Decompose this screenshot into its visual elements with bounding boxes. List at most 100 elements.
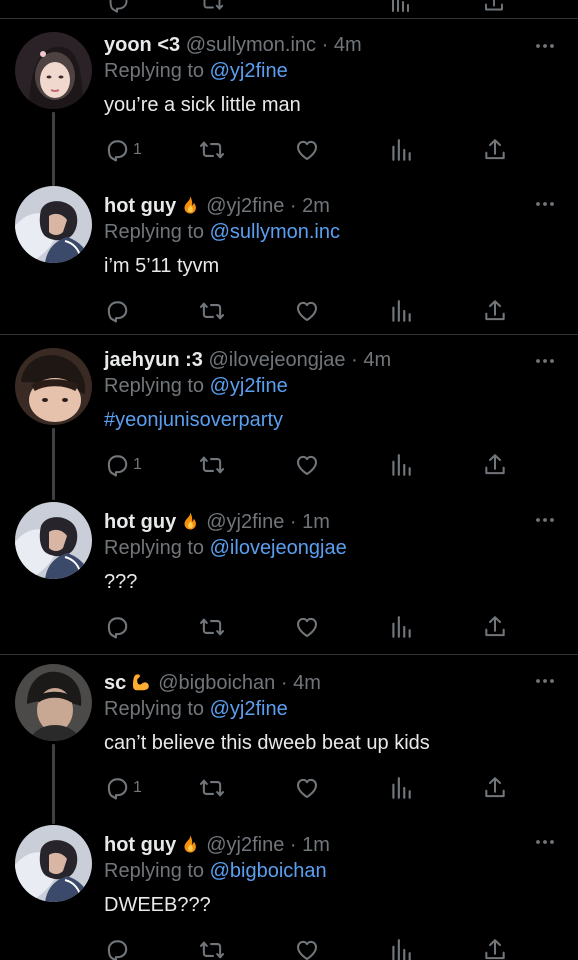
timestamp[interactable]: · 2m bbox=[290, 195, 330, 217]
user-handle[interactable]: @bigboichan bbox=[158, 672, 275, 694]
tweet-actions: 1 bbox=[104, 136, 524, 164]
reply-button[interactable]: 1 bbox=[104, 451, 142, 479]
reply-button[interactable]: 1 bbox=[104, 136, 142, 164]
like-button[interactable] bbox=[294, 613, 320, 641]
hashtag-link[interactable]: #yeonjunisoverparty bbox=[104, 407, 283, 433]
timestamp[interactable]: · 1m bbox=[290, 834, 330, 856]
tweet-text: you’re a sick little man bbox=[104, 94, 301, 116]
divider bbox=[0, 18, 578, 19]
avatar[interactable] bbox=[15, 32, 92, 109]
display-name[interactable]: jaehyun :3 bbox=[104, 349, 203, 371]
avatar[interactable] bbox=[15, 664, 92, 741]
like-button[interactable] bbox=[294, 136, 320, 164]
views-button[interactable] bbox=[388, 774, 414, 802]
user-handle[interactable]: @yj2fine bbox=[206, 834, 284, 856]
retweet-button[interactable] bbox=[199, 774, 225, 802]
share-icon bbox=[482, 937, 508, 960]
avatar-photo bbox=[15, 825, 92, 902]
views-icon bbox=[388, 937, 414, 960]
reply-button[interactable] bbox=[104, 297, 130, 325]
mention-link[interactable]: @yj2fine bbox=[210, 375, 288, 397]
more-options-icon[interactable] bbox=[534, 199, 556, 209]
more-options-icon[interactable] bbox=[534, 41, 556, 51]
tweet[interactable]: yoon <3 @sullymon.inc · 4m Replying to @… bbox=[0, 32, 578, 192]
more-options-icon[interactable] bbox=[534, 837, 556, 847]
mention-link[interactable]: @ilovejeongjae bbox=[210, 537, 347, 559]
reply-thread-feed: yoon <3 @sullymon.inc · 4m Replying to @… bbox=[0, 0, 578, 960]
share-button[interactable] bbox=[482, 936, 508, 960]
mention-link[interactable]: @bigboichan bbox=[210, 860, 327, 882]
like-button[interactable] bbox=[294, 297, 320, 325]
user-handle[interactable]: @sullymon.inc bbox=[186, 34, 316, 56]
avatar[interactable] bbox=[15, 186, 92, 263]
thread-line bbox=[52, 112, 55, 186]
retweet-button[interactable] bbox=[199, 613, 225, 641]
views-icon[interactable] bbox=[388, 0, 412, 14]
tweet-header: hot guy @yj2fine · 1m bbox=[104, 509, 330, 535]
more-options-icon[interactable] bbox=[534, 676, 556, 686]
reply-button[interactable]: 1 bbox=[104, 774, 142, 802]
share-button[interactable] bbox=[482, 774, 508, 802]
share-button[interactable] bbox=[482, 136, 508, 164]
views-button[interactable] bbox=[388, 451, 414, 479]
like-button[interactable] bbox=[294, 936, 320, 960]
share-button[interactable] bbox=[482, 613, 508, 641]
views-button[interactable] bbox=[388, 936, 414, 960]
fire-emoji-icon bbox=[180, 511, 200, 531]
user-handle[interactable]: @yj2fine bbox=[206, 511, 284, 533]
tweet[interactable]: sc @bigboichan · 4m Replying to @yj2fine … bbox=[0, 664, 578, 830]
views-button[interactable] bbox=[388, 297, 414, 325]
reply-button[interactable] bbox=[104, 613, 130, 641]
tweet[interactable]: hot guy @yj2fine · 1m Replying to @bigboi… bbox=[0, 825, 578, 960]
views-button[interactable] bbox=[388, 613, 414, 641]
timestamp[interactable]: · 4m bbox=[351, 349, 391, 371]
share-button[interactable] bbox=[482, 451, 508, 479]
user-handle[interactable]: @ilovejeongjae bbox=[208, 349, 345, 371]
tweet[interactable]: jaehyun :3 @ilovejeongjae · 4m Replying … bbox=[0, 347, 578, 507]
avatar[interactable] bbox=[15, 348, 92, 425]
like-button[interactable] bbox=[294, 451, 320, 479]
tweet-actions bbox=[104, 936, 524, 960]
mention-link[interactable]: @yj2fine bbox=[210, 698, 288, 720]
tweet-header: sc @bigboichan · 4m bbox=[104, 670, 321, 696]
share-button[interactable] bbox=[482, 297, 508, 325]
retweet-icon[interactable] bbox=[200, 0, 224, 14]
replying-to-label: Replying to bbox=[104, 698, 205, 720]
reply-button[interactable] bbox=[104, 936, 130, 960]
retweet-button[interactable] bbox=[199, 936, 225, 960]
reply-icon[interactable] bbox=[106, 0, 130, 14]
like-button[interactable] bbox=[294, 774, 320, 802]
display-name[interactable]: hot guy bbox=[104, 195, 176, 217]
share-icon bbox=[482, 137, 508, 163]
replying-to-label: Replying to bbox=[104, 60, 205, 82]
avatar[interactable] bbox=[15, 825, 92, 902]
more-options-icon[interactable] bbox=[534, 515, 556, 525]
mention-link[interactable]: @yj2fine bbox=[210, 60, 288, 82]
views-button[interactable] bbox=[388, 136, 414, 164]
retweet-button[interactable] bbox=[199, 297, 225, 325]
display-name[interactable]: sc bbox=[104, 672, 126, 694]
retweet-button[interactable] bbox=[199, 136, 225, 164]
previous-tweet-actions bbox=[0, 0, 578, 18]
timestamp[interactable]: · 4m bbox=[281, 672, 321, 694]
replying-to-label: Replying to bbox=[104, 375, 205, 397]
timestamp[interactable]: · 1m bbox=[290, 511, 330, 533]
tweet-header: hot guy @yj2fine · 1m bbox=[104, 832, 330, 858]
more-options-icon[interactable] bbox=[534, 356, 556, 366]
user-handle[interactable]: @yj2fine bbox=[206, 195, 284, 217]
share-icon bbox=[482, 614, 508, 640]
like-icon bbox=[294, 452, 320, 478]
share-icon bbox=[482, 775, 508, 801]
avatar[interactable] bbox=[15, 502, 92, 579]
tweet[interactable]: hot guy @yj2fine · 1m Replying to @ilovej… bbox=[0, 502, 578, 654]
display-name[interactable]: yoon <3 bbox=[104, 34, 180, 56]
retweet-button[interactable] bbox=[199, 451, 225, 479]
display-name[interactable]: hot guy bbox=[104, 834, 176, 856]
timestamp[interactable]: · 4m bbox=[322, 34, 362, 56]
tweet-header: hot guy @yj2fine · 2m bbox=[104, 193, 330, 219]
share-icon[interactable] bbox=[482, 0, 506, 14]
avatar-photo bbox=[15, 502, 92, 579]
mention-link[interactable]: @sullymon.inc bbox=[210, 221, 340, 243]
display-name[interactable]: hot guy bbox=[104, 511, 176, 533]
tweet[interactable]: hot guy @yj2fine · 2m Replying to @sullym… bbox=[0, 186, 578, 334]
